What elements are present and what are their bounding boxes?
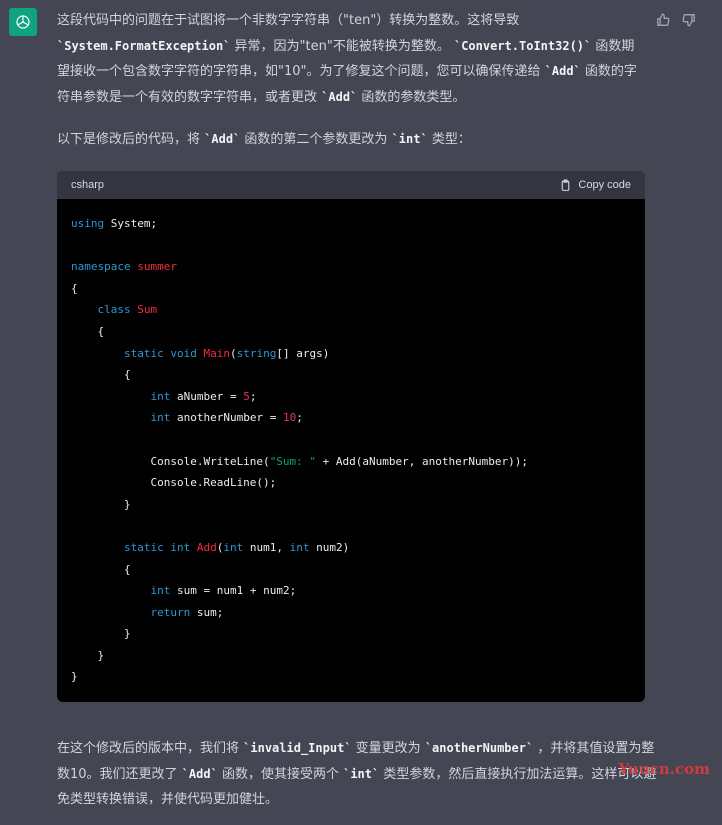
inline-code: `Convert.ToInt32()` <box>453 38 592 53</box>
code-content: using System; namespace summer { class S… <box>71 217 528 684</box>
intro-text: 异常，因为"ten"不能被转换为整数。 <box>234 38 450 54</box>
openai-logo-icon <box>16 15 30 29</box>
inline-code: `invalid_Input` <box>243 741 352 755</box>
intro-paragraph: 这段代码中的问题在于试图将一个非数字字符串（"ten"）转换为整数。这将导致 `… <box>57 8 647 110</box>
inline-code: `anotherNumber` <box>424 741 534 755</box>
thumbs-down-icon[interactable] <box>682 12 696 27</box>
inline-code: `int` <box>391 132 428 146</box>
intro-text: 函数的参数类型。 <box>361 89 466 105</box>
thumbs-up-icon[interactable] <box>656 12 670 26</box>
copy-code-label: Copy code <box>578 179 631 191</box>
inline-code: `Add` <box>321 89 358 104</box>
assistant-message: 这段代码中的问题在于试图将一个非数字字符串（"ten"）转换为整数。这将导致 `… <box>57 8 647 153</box>
outro-text: 变量更改为 <box>355 741 421 756</box>
code-block-header: csharp Copy code <box>57 171 645 199</box>
assistant-avatar <box>9 8 37 36</box>
code-language-label: csharp <box>71 179 105 191</box>
outro-paragraph: 在这个修改后的版本中，我们将 `invalid_Input` 变量更改为 `an… <box>57 736 667 813</box>
watermark: Yuucn.com <box>618 760 711 778</box>
inline-code: `System.FormatException` <box>57 38 231 53</box>
copy-code-button[interactable]: Copy code <box>559 179 631 192</box>
clipboard-icon <box>562 179 570 191</box>
outro-text: 在这个修改后的版本中，我们将 <box>57 741 240 756</box>
lead-in-text: 类型： <box>431 132 471 147</box>
feedback-buttons <box>656 12 696 27</box>
lead-in-paragraph: 以下是修改后的代码，将 `Add` 函数的第二个参数更改为 `int` 类型： <box>57 127 647 153</box>
intro-text: 这段代码中的问题在于试图将一个非数字字符串（"ten"）转换为整数。这将导致 <box>57 13 520 28</box>
inline-code: `Add` <box>204 132 241 146</box>
lead-in-text: 函数的第二个参数更改为 <box>244 132 388 147</box>
inline-code: `Add` <box>181 766 218 781</box>
code-block: csharp Copy code using System; namespace… <box>57 171 645 702</box>
inline-code: `Add` <box>544 64 581 78</box>
outro-text: 函数，使其接受两个 <box>221 766 339 782</box>
inline-code: `int` <box>343 766 380 781</box>
lead-in-text: 以下是修改后的代码，将 <box>57 132 201 147</box>
